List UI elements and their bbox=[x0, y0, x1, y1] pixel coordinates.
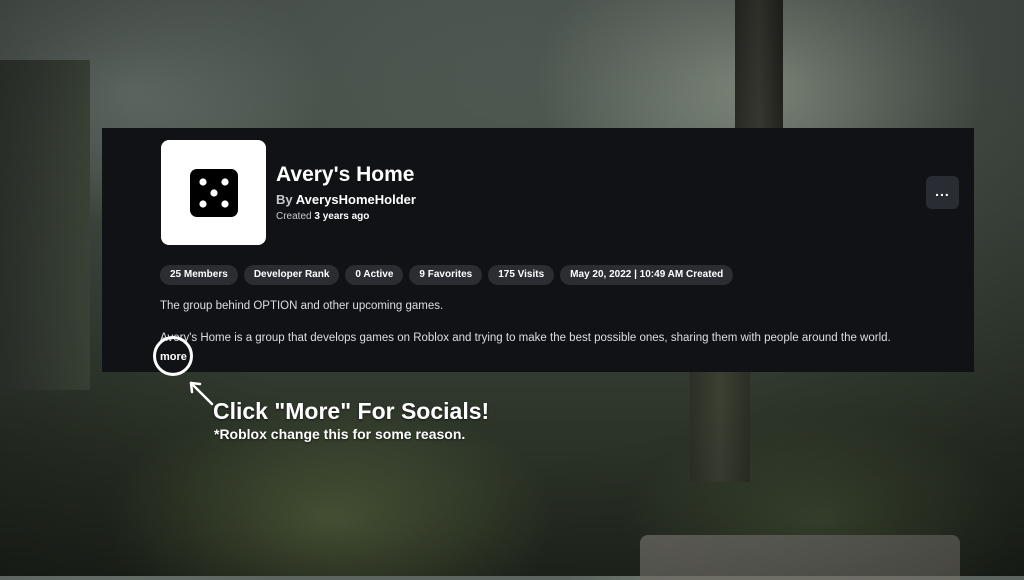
background-tree-trunk-lower bbox=[690, 372, 750, 482]
group-owner: By AverysHomeHolder bbox=[276, 192, 416, 207]
group-title: Avery's Home bbox=[276, 163, 415, 186]
dice-five-icon bbox=[189, 168, 238, 217]
group-panel: Avery's Home By AverysHomeHolder Created… bbox=[102, 128, 974, 372]
group-stats: 25 Members Developer Rank 0 Active 9 Fav… bbox=[160, 265, 734, 285]
stat-favorites: 9 Favorites bbox=[409, 265, 483, 285]
group-thumbnail[interactable] bbox=[161, 140, 266, 245]
description-long: Avery's Home is a group that develops ga… bbox=[160, 332, 891, 344]
background-ruin bbox=[0, 60, 90, 390]
callout-note: *Roblox change this for some reason. bbox=[214, 426, 466, 442]
highlight-circle bbox=[153, 336, 193, 376]
pointer-arrow-icon bbox=[189, 381, 214, 406]
stat-visits: 175 Visits bbox=[488, 265, 555, 285]
created-prefix: Created bbox=[276, 211, 312, 222]
owner-link[interactable]: AverysHomeHolder bbox=[296, 192, 416, 207]
owner-prefix: By bbox=[276, 192, 293, 207]
stat-members: 25 Members bbox=[160, 265, 238, 285]
background-tree-trunk bbox=[735, 0, 783, 140]
created-value: 3 years ago bbox=[314, 211, 370, 222]
more-options-button[interactable]: ... bbox=[926, 176, 959, 209]
description-short: The group behind OPTION and other upcomi… bbox=[160, 300, 444, 312]
background-stone bbox=[640, 535, 960, 580]
group-created: Created 3 years ago bbox=[276, 211, 369, 222]
callout-title: Click "More" For Socials! bbox=[213, 398, 490, 424]
stat-created-date: May 20, 2022 | 10:49 AM Created bbox=[560, 265, 734, 285]
stat-active: 0 Active bbox=[345, 265, 404, 285]
stat-rank: Developer Rank bbox=[243, 265, 340, 285]
